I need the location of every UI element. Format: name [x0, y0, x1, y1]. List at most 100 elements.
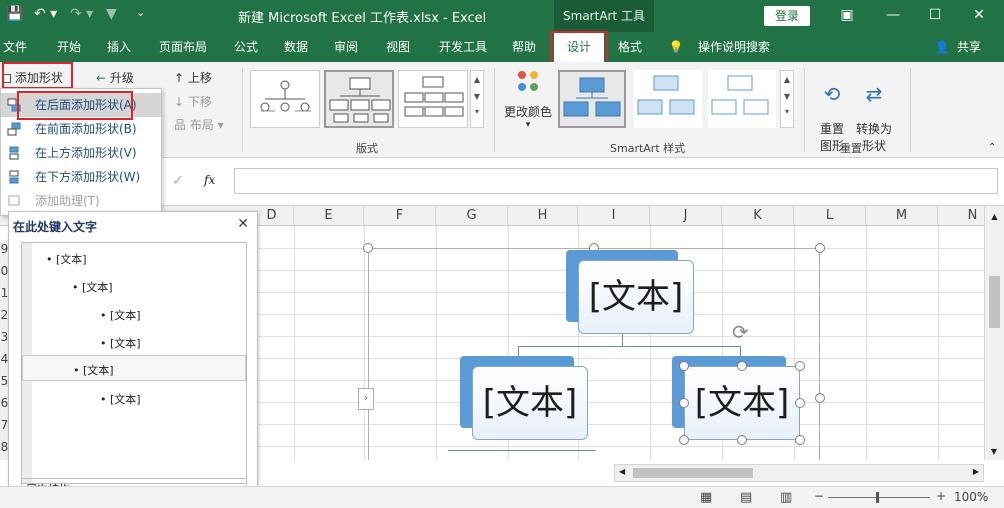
- tab-developer[interactable]: 开发工具: [430, 32, 496, 62]
- share-button[interactable]: 共享: [952, 32, 986, 62]
- maximize-icon[interactable]: ☐: [922, 4, 948, 26]
- node-handle[interactable]: [679, 435, 689, 445]
- zoom-out-icon[interactable]: −: [814, 489, 824, 503]
- text-item-level3[interactable]: • [文本]: [100, 391, 141, 407]
- enter-check-icon[interactable]: ✓: [172, 173, 184, 189]
- share-icon[interactable]: 👤: [934, 32, 950, 62]
- scroll-up-icon[interactable]: ▲: [781, 75, 793, 84]
- scroll-down-icon[interactable]: ▼: [985, 447, 1003, 456]
- page-break-view-icon[interactable]: ▥: [780, 490, 792, 505]
- scrollbar-thumb[interactable]: [633, 468, 753, 478]
- normal-view-icon[interactable]: ▦: [700, 490, 712, 505]
- column-header-f[interactable]: F: [364, 206, 436, 226]
- tab-help[interactable]: 帮助: [504, 32, 544, 62]
- node-handle[interactable]: [679, 361, 689, 371]
- scroll-up-icon[interactable]: ▲: [985, 212, 1004, 221]
- layout-option-org-chart[interactable]: [324, 70, 394, 128]
- layout-option-labeled-hierarchy[interactable]: [398, 70, 468, 128]
- tab-format[interactable]: 格式: [610, 32, 650, 62]
- smartart-node-left[interactable]: [文本]: [472, 366, 588, 440]
- text-item-level1[interactable]: • [文本]: [46, 251, 87, 267]
- tab-review[interactable]: 审阅: [326, 32, 366, 62]
- column-header-l[interactable]: L: [794, 206, 866, 226]
- column-header-j[interactable]: J: [650, 206, 722, 226]
- collapse-ribbon-icon[interactable]: ⌃: [988, 142, 996, 153]
- move-down-button[interactable]: ↓ 下移: [174, 93, 212, 110]
- scroll-left-icon[interactable]: ◀: [619, 467, 625, 476]
- tab-insert[interactable]: 插入: [100, 32, 138, 62]
- ribbon-display-icon[interactable]: ▣: [834, 4, 860, 26]
- close-icon[interactable]: ✕: [237, 216, 249, 232]
- zoom-level[interactable]: 100%: [954, 490, 988, 504]
- node-handle[interactable]: [679, 398, 689, 408]
- zoom-slider-thumb[interactable]: [876, 492, 879, 503]
- text-pane-list[interactable]: • [文本] • [文本] • [文本] • [文本] • [文本] • [文本…: [21, 242, 247, 484]
- node-handle[interactable]: [795, 361, 805, 371]
- tell-me-search[interactable]: 操作说明搜索: [694, 32, 774, 62]
- formula-input[interactable]: [234, 168, 998, 194]
- frame-handle[interactable]: [815, 393, 825, 403]
- menu-item-add-before[interactable]: 在前面添加形状(B): [1, 117, 161, 141]
- tab-formulas[interactable]: 公式: [226, 32, 266, 62]
- smartart-style-3[interactable]: [708, 70, 776, 128]
- column-header-e[interactable]: E: [294, 206, 364, 226]
- smartart-node-top[interactable]: [文本]: [578, 260, 694, 334]
- column-header-h[interactable]: H: [508, 206, 578, 226]
- filter-icon[interactable]: ▼: [106, 6, 117, 22]
- node-handle[interactable]: [795, 398, 805, 408]
- more-icon[interactable]: ▾: [471, 107, 483, 116]
- text-item-level3[interactable]: • [文本]: [100, 335, 141, 351]
- layouts-scroll[interactable]: ▲ ▼ ▾: [470, 70, 484, 128]
- tab-design[interactable]: 设计: [554, 32, 604, 62]
- column-header-m[interactable]: M: [866, 206, 938, 226]
- text-item-selected[interactable]: • [文本]: [22, 355, 246, 381]
- menu-item-add-assistant[interactable]: 添加助理(T): [1, 189, 161, 213]
- tab-home[interactable]: 开始: [50, 32, 88, 62]
- promote-button[interactable]: ← 升级: [96, 69, 134, 86]
- tab-file[interactable]: 文件: [0, 32, 30, 62]
- add-shape-button[interactable]: 添加形状: [2, 69, 76, 85]
- scroll-down-icon[interactable]: ▼: [471, 92, 483, 101]
- tab-page-layout[interactable]: 页面布局: [150, 32, 216, 62]
- frame-handle[interactable]: [363, 243, 373, 253]
- scrollbar-thumb[interactable]: [989, 276, 1000, 328]
- page-layout-view-icon[interactable]: ▤: [740, 490, 752, 505]
- scroll-down-icon[interactable]: ▼: [781, 92, 793, 101]
- minimize-icon[interactable]: —: [880, 4, 906, 26]
- scroll-up-icon[interactable]: ▲: [471, 75, 483, 84]
- node-handle[interactable]: [737, 435, 747, 445]
- tab-view[interactable]: 视图: [378, 32, 418, 62]
- column-header-k[interactable]: K: [722, 206, 794, 226]
- tab-data[interactable]: 数据: [276, 32, 316, 62]
- scroll-right-icon[interactable]: ▶: [973, 467, 979, 476]
- menu-item-add-above[interactable]: 在上方添加形状(V): [1, 141, 161, 165]
- zoom-slider[interactable]: [828, 497, 930, 498]
- close-icon[interactable]: ✕: [966, 4, 992, 26]
- column-header-i[interactable]: I: [578, 206, 650, 226]
- menu-item-add-after[interactable]: 在后面添加形状(A): [1, 93, 161, 117]
- smartart-style-1[interactable]: [558, 70, 626, 128]
- horizontal-scrollbar[interactable]: ◀ ▶: [614, 464, 984, 482]
- login-button[interactable]: 登录: [764, 6, 810, 26]
- text-item-level2[interactable]: • [文本]: [72, 279, 113, 295]
- layout-option-hierarchy-1[interactable]: [250, 70, 320, 128]
- smartart-style-2[interactable]: [634, 70, 702, 128]
- column-header-g[interactable]: G: [436, 206, 508, 226]
- smartart-node-right[interactable]: [文本]: [684, 366, 800, 440]
- frame-handle[interactable]: [815, 243, 825, 253]
- more-icon[interactable]: ▾: [781, 107, 793, 116]
- text-item-level3[interactable]: • [文本]: [100, 307, 141, 323]
- redo-icon[interactable]: ↷ ▾: [70, 6, 93, 22]
- undo-icon[interactable]: ↶ ▾: [34, 6, 57, 22]
- layout-button[interactable]: 品 布局 ▾: [174, 116, 224, 133]
- node-handle[interactable]: [795, 435, 805, 445]
- vertical-scrollbar[interactable]: ▲ ▼: [984, 206, 1004, 460]
- customize-qat-icon[interactable]: ⌄: [136, 6, 145, 19]
- styles-scroll[interactable]: ▲ ▼ ▾: [780, 70, 794, 128]
- fx-icon[interactable]: fx: [204, 173, 215, 187]
- menu-item-add-below[interactable]: 在下方添加形状(W): [1, 165, 161, 189]
- rotate-handle-icon[interactable]: ⟳: [732, 320, 749, 344]
- node-handle[interactable]: [737, 361, 747, 371]
- save-icon[interactable]: 💾: [6, 6, 23, 22]
- move-up-button[interactable]: ↑ 上移: [174, 69, 212, 86]
